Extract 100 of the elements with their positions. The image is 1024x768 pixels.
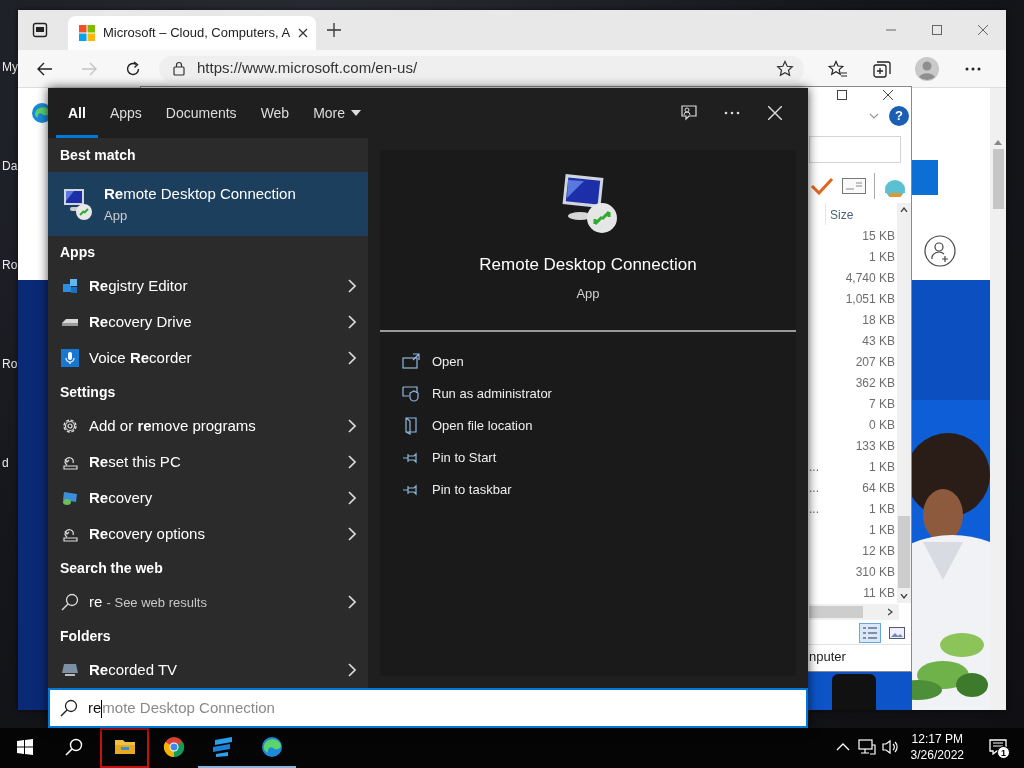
search-field[interactable] — [809, 135, 901, 163]
checkmark-icon[interactable] — [810, 177, 834, 195]
status-text: nputer — [809, 648, 846, 667]
search-field[interactable]: remote Desktop Connection — [48, 688, 808, 728]
forward-arrow-icon — [81, 61, 97, 76]
chevron-right-icon[interactable] — [348, 419, 356, 433]
envelope-icon[interactable] — [842, 178, 866, 194]
windows-logo-icon — [16, 739, 33, 755]
chevron-right-icon[interactable] — [348, 663, 356, 677]
scrollbar-thumb[interactable] — [992, 149, 1004, 209]
search-result[interactable]: Reset this PC — [48, 444, 368, 480]
chevron-right-icon[interactable] — [348, 351, 356, 365]
more-icon — [965, 66, 981, 71]
address-bar[interactable]: https://www.microsoft.com/en-us/ — [159, 55, 804, 82]
maximize-icon — [932, 25, 942, 35]
table-cell: 362 KB — [855, 375, 895, 390]
scroll-up-icon — [994, 140, 1002, 145]
chrome-icon — [162, 736, 185, 758]
table-cell: 133 KB — [855, 438, 895, 453]
action-item[interactable]: Pin to Start — [380, 442, 796, 474]
search-result[interactable]: Remote Desktop Connection App — [48, 172, 368, 236]
scrollbar[interactable] — [809, 604, 899, 620]
table-cell: 1 KB — [869, 501, 895, 516]
scrollbar[interactable] — [897, 203, 911, 603]
section-heading: Best match — [60, 145, 136, 165]
folder-outline-icon — [402, 417, 420, 435]
chevron-right-icon[interactable] — [348, 455, 356, 469]
search-result[interactable]: re - See web results — [48, 584, 368, 620]
star-icon[interactable] — [776, 59, 794, 78]
close-icon — [767, 106, 782, 120]
browser-tab[interactable]: Microsoft – Cloud, Computers, A — [68, 16, 317, 50]
table-cell: 207 KB — [855, 354, 895, 369]
bars-icon — [211, 736, 234, 758]
scrollbar-thumb[interactable] — [898, 516, 910, 588]
table-cell: 7 KB — [869, 396, 895, 411]
app-title: Remote Desktop Connection — [479, 255, 697, 274]
scroll-down-icon — [900, 594, 908, 599]
add-person-icon[interactable] — [924, 235, 956, 267]
table-cell: 1,051 KB — [845, 291, 895, 306]
help-button[interactable]: ? — [889, 105, 909, 126]
chevron-right-icon[interactable] — [348, 491, 356, 505]
desktop-icon-label[interactable]: Da — [2, 159, 18, 173]
favorites-icon — [828, 59, 848, 78]
chevron-up-icon[interactable] — [835, 743, 850, 751]
desktop-icon-label[interactable]: Ro — [2, 357, 18, 371]
chevron-right-icon[interactable] — [348, 315, 356, 329]
action-item[interactable]: Open — [380, 346, 796, 378]
search-result[interactable]: Recorded TV — [48, 652, 368, 688]
volume-icon[interactable] — [881, 739, 900, 755]
chevron-right-icon[interactable] — [348, 279, 356, 293]
desktop-icon-label[interactable]: d — [2, 456, 9, 470]
app-tile[interactable] — [832, 674, 876, 710]
recovery-icon — [61, 490, 79, 506]
scrollbar-thumb[interactable] — [809, 606, 863, 618]
filter-tab[interactable]: Apps — [97, 88, 154, 138]
image-icon — [889, 626, 905, 639]
table-cell: 310 KB — [855, 564, 895, 579]
action-item[interactable]: Pin to taskbar — [380, 474, 796, 506]
notifications-button[interactable]: 1 — [972, 728, 1024, 768]
section-heading: Folders — [60, 626, 111, 646]
table-cell: ... — [809, 501, 819, 516]
table-cell: 1 KB — [869, 459, 895, 474]
clock[interactable]: 12:17 PM 3/26/2022 — [902, 728, 972, 768]
details-view-button[interactable] — [859, 622, 881, 643]
table-cell: ... — [809, 480, 819, 495]
open-window-icon — [402, 353, 420, 371]
scroll-up-icon — [900, 207, 908, 212]
table-cell: 12 KB — [862, 543, 895, 558]
search-icon — [60, 699, 78, 717]
search-result[interactable]: Recovery options — [48, 516, 368, 552]
plus-icon — [327, 23, 342, 37]
filter-tab[interactable]: Documents — [153, 88, 249, 138]
windows-logo-icon — [79, 25, 95, 41]
search-result[interactable]: Registry Editor — [48, 268, 368, 304]
settings-icon — [61, 417, 79, 435]
table-cell: 18 KB — [862, 312, 895, 327]
scrollbar[interactable] — [990, 88, 1006, 710]
action-item[interactable]: Open file location — [380, 410, 796, 442]
filter-tab[interactable]: More — [301, 88, 374, 138]
search-result[interactable]: Voice Recorder — [48, 340, 368, 376]
desktop-icon-label[interactable]: My — [2, 60, 18, 74]
filter-tab[interactable]: Web — [248, 88, 302, 138]
action-item[interactable]: Run as administrator — [380, 378, 796, 410]
scroll-right-icon — [888, 608, 893, 616]
search-result[interactable]: Recovery Drive — [48, 304, 368, 340]
tab-actions-icon[interactable] — [32, 22, 48, 38]
section-heading: Settings — [60, 382, 116, 402]
table-cell: 4,740 KB — [845, 270, 895, 285]
chevron-down-icon[interactable] — [869, 112, 879, 119]
search-result[interactable]: Add or remove programs — [48, 408, 368, 444]
close-icon[interactable] — [298, 28, 309, 38]
avatar-icon — [915, 56, 939, 81]
monitor-icon — [61, 663, 79, 677]
taskbar-app[interactable] — [100, 728, 149, 768]
search-icon — [61, 593, 79, 611]
chevron-right-icon[interactable] — [348, 595, 356, 609]
network-icon[interactable] — [857, 739, 876, 755]
search-result[interactable]: Recovery — [48, 480, 368, 516]
chevron-right-icon[interactable] — [348, 527, 356, 541]
desktop-icon-label[interactable]: Ro — [2, 258, 18, 272]
